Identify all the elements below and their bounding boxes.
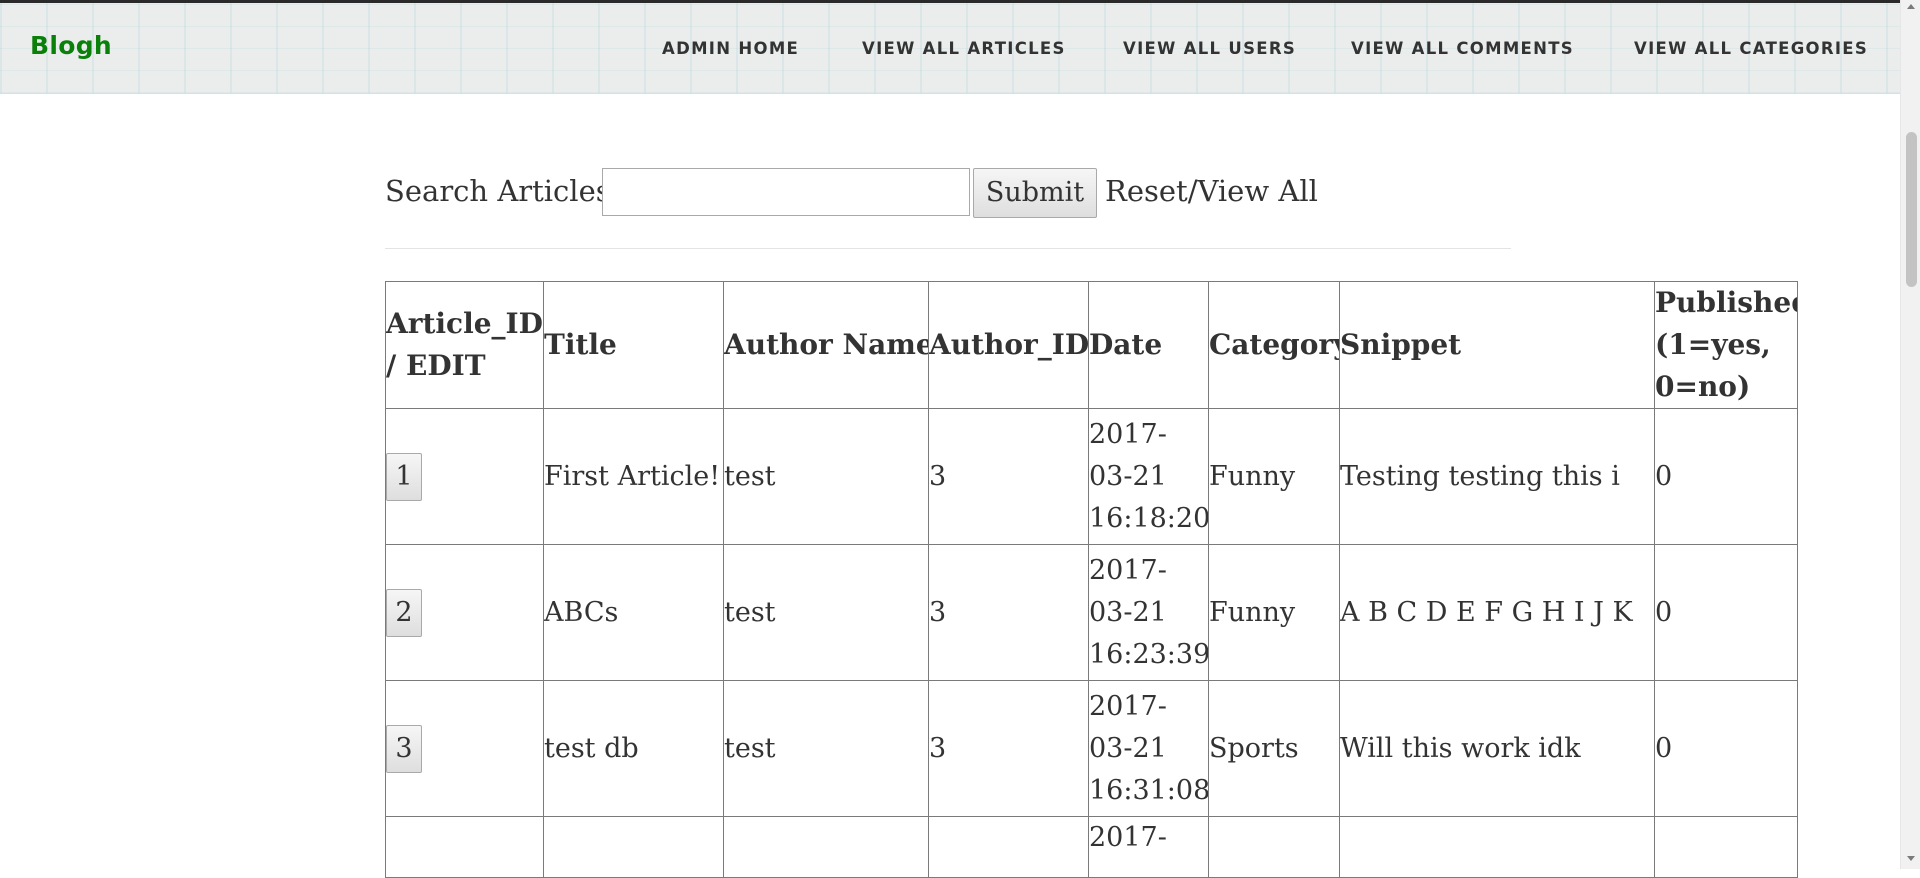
cell-category (1208, 816, 1340, 878)
cell-author-id: 3 (928, 408, 1089, 545)
cell-author-name: test (723, 680, 929, 817)
edit-article-button[interactable]: 3 (386, 724, 422, 773)
edit-article-button[interactable]: 1 (386, 452, 422, 501)
cell-snippet: A B C D E F G H I J K (1339, 544, 1655, 681)
cell-category: Sports (1208, 680, 1340, 817)
cell-title: First Article! (543, 408, 724, 545)
reset-view-all-link[interactable]: Reset/View All (1105, 174, 1318, 208)
header-published: Published (1=yes, 0=no) (1654, 281, 1798, 409)
nav-view-all-comments[interactable]: VIEW ALL COMMENTS (1351, 39, 1574, 58)
cell-title (543, 816, 724, 878)
cell-category: Funny (1208, 544, 1340, 681)
table-header-row: Article_ID / EDIT Title Author Name Auth… (385, 281, 1798, 409)
cell-snippet: Will this work idk (1339, 680, 1655, 817)
header-author-id: Author_ID (928, 281, 1089, 409)
header-title: Title (543, 281, 724, 409)
cell-published: 0 (1654, 544, 1798, 681)
page-scrollbar[interactable] (1900, 0, 1920, 869)
cell-date: 2017- (1088, 816, 1209, 878)
search-label: Search Articles (385, 174, 611, 208)
table-row: 2017- (385, 816, 1798, 878)
cell-author-id: 3 (928, 680, 1089, 817)
header-article-id: Article_ID / EDIT (385, 281, 544, 409)
divider (385, 248, 1511, 249)
scroll-up-arrow-icon[interactable] (1907, 4, 1915, 9)
cell-author-name: test (723, 544, 929, 681)
navbar: Blogh ADMIN HOME VIEW ALL ARTICLES VIEW … (0, 3, 1900, 94)
scrollbar-thumb[interactable] (1906, 132, 1917, 287)
cell-author-name: test (723, 408, 929, 545)
cell-article-id: 1 (385, 408, 544, 545)
cell-snippet (1339, 816, 1655, 878)
cell-published: 0 (1654, 680, 1798, 817)
cell-date: 2017-03-21 16:18:20 (1088, 408, 1209, 545)
cell-title: ABCs (543, 544, 724, 681)
nav-view-all-users[interactable]: VIEW ALL USERS (1123, 39, 1296, 58)
cell-author-id (928, 816, 1089, 878)
header-author-name: Author Name (723, 281, 929, 409)
cell-article-id (385, 816, 544, 878)
cell-category: Funny (1208, 408, 1340, 545)
cell-date: 2017-03-21 16:31:08 (1088, 680, 1209, 817)
nav-admin-home[interactable]: ADMIN HOME (662, 39, 799, 58)
cell-author-id: 3 (928, 544, 1089, 681)
scroll-down-arrow-icon[interactable] (1907, 856, 1915, 861)
table-row: 3 test db test 3 2017-03-21 16:31:08 Spo… (385, 680, 1798, 817)
cell-published: 0 (1654, 408, 1798, 545)
nav-view-all-articles[interactable]: VIEW ALL ARTICLES (862, 39, 1066, 58)
cell-published (1654, 816, 1798, 878)
nav-view-all-categories[interactable]: VIEW ALL CATEGORIES (1634, 39, 1868, 58)
edit-article-button[interactable]: 2 (386, 588, 422, 637)
table-row: 2 ABCs test 3 2017-03-21 16:23:39 Funny … (385, 544, 1798, 681)
cell-author-name (723, 816, 929, 878)
submit-button[interactable]: Submit (973, 168, 1097, 218)
table-row: 1 First Article! test 3 2017-03-21 16:18… (385, 408, 1798, 545)
search-input[interactable] (602, 168, 970, 216)
articles-table: Article_ID / EDIT Title Author Name Auth… (385, 281, 1798, 878)
header-category: Category (1208, 281, 1340, 409)
header-date: Date (1088, 281, 1209, 409)
cell-article-id: 2 (385, 544, 544, 681)
cell-snippet: Testing testing this i (1339, 408, 1655, 545)
cell-date: 2017-03-21 16:23:39 (1088, 544, 1209, 681)
cell-title: test db (543, 680, 724, 817)
cell-article-id: 3 (385, 680, 544, 817)
brand-logo[interactable]: Blogh (30, 31, 112, 60)
header-snippet: Snippet (1339, 281, 1655, 409)
